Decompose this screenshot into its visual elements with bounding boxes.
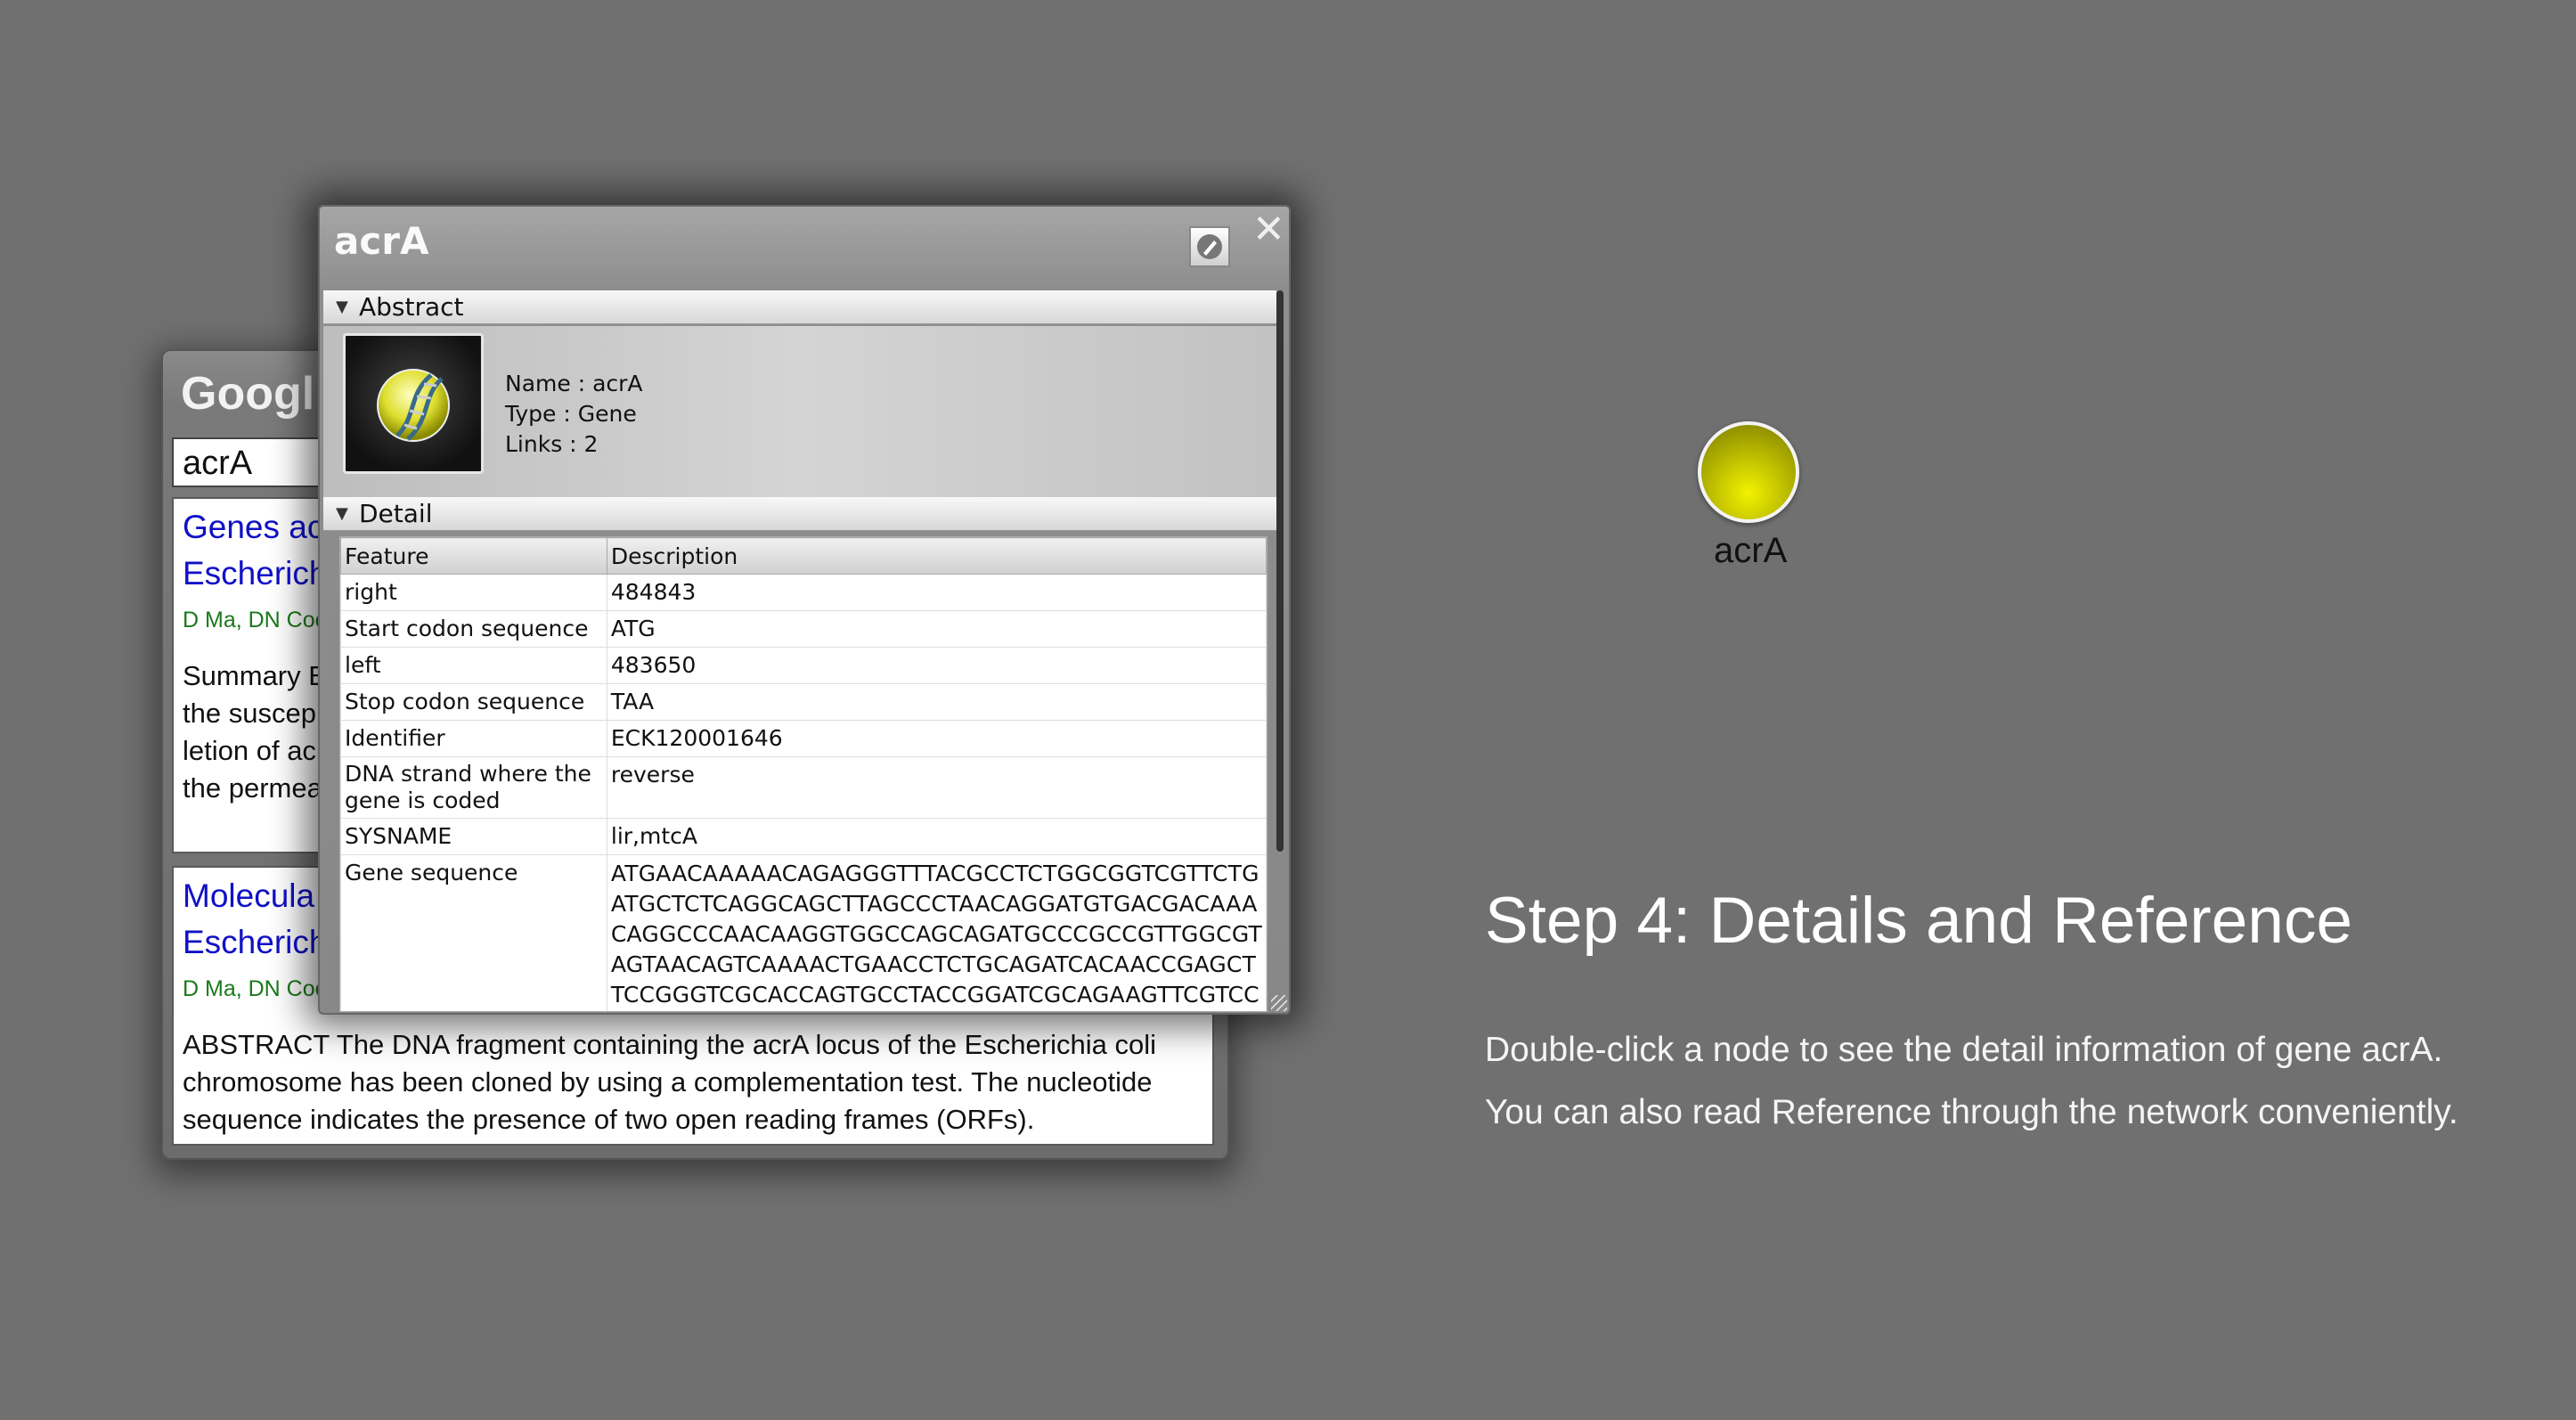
feature-cell: Start codon sequence — [340, 610, 607, 648]
table-row[interactable]: Start codon sequence ATG — [340, 610, 1267, 648]
description-cell: 484843 — [606, 574, 1267, 611]
close-button[interactable]: ✕ — [1252, 207, 1285, 252]
gene-sequence-cell: ATGAACAAAAACAGAGGGTTTACGCCTCTGGCGGTCGTTC… — [606, 854, 1267, 1011]
collapse-triangle-icon: ▼ — [336, 298, 348, 316]
result-authors: D Ma, DN Coo — [183, 976, 328, 1001]
column-header-description[interactable]: Description — [606, 537, 1267, 575]
description-cell: 483650 — [606, 647, 1267, 684]
result-snippet-line: sequence indicates the presence of two o… — [183, 1104, 1035, 1135]
scholar-logo: Googl — [181, 368, 315, 420]
description-cell: reverse — [606, 756, 1267, 819]
abstract-section-header[interactable]: ▼ Abstract — [323, 290, 1276, 324]
feature-cell: Stop codon sequence — [340, 683, 607, 721]
result-authors: D Ma, DN Coo — [183, 608, 328, 632]
abstract-body: Name : acrA Type : Gene Links : 2 — [323, 326, 1276, 501]
description-cell: ATG — [606, 610, 1267, 648]
description-cell: TAA — [606, 683, 1267, 721]
network-node[interactable] — [1698, 421, 1799, 523]
collapse-triangle-icon: ▼ — [336, 504, 348, 523]
result-snippet-line: the permea — [183, 772, 322, 804]
description-cell: lir,mtcA — [606, 818, 1267, 855]
step-description: Double-click a node to see the detail in… — [1485, 1031, 2458, 1131]
column-header-feature[interactable]: Feature — [340, 537, 607, 575]
pencil-icon — [1197, 234, 1222, 259]
result-snippet-line: the suscep — [183, 698, 316, 729]
feature-cell: right — [340, 574, 607, 611]
window-title: acrA — [334, 219, 429, 263]
detail-table: Feature Description right 484843 Start c… — [339, 536, 1268, 1012]
gene-name: Name : acrA — [505, 371, 643, 396]
result-snippet-line: ABSTRACT The DNA fragment containing the… — [183, 1029, 1156, 1060]
feature-cell: SYSNAME — [340, 818, 607, 855]
result-title-link[interactable]: Escherich — [183, 551, 327, 597]
result-snippet-line: Summary E — [183, 660, 327, 691]
gene-thumbnail — [343, 333, 484, 474]
result-title-link[interactable]: Molecula — [183, 873, 314, 919]
result-snippet-line: letion of ac — [183, 735, 316, 766]
feature-cell: left — [340, 647, 607, 684]
step-title: Step 4: Details and Reference — [1485, 885, 2352, 957]
table-row[interactable]: Identifier ECK120001646 — [340, 720, 1267, 757]
detail-window: acrA ✕ ▼ Abstract Name: acrA Type: Gen… — [318, 205, 1291, 1015]
scrollbar[interactable] — [1276, 290, 1284, 852]
gene-type: Type : Gene — [505, 401, 637, 427]
detail-section-header[interactable]: ▼ Detail — [323, 497, 1276, 531]
table-row[interactable]: DNA strand where the gene is coded rever… — [340, 756, 1267, 819]
dna-icon — [377, 369, 450, 442]
result-title-link[interactable]: Escherich — [183, 919, 327, 966]
result-title-link[interactable]: Genes ac — [183, 504, 323, 551]
table-row[interactable]: SYSNAME lir,mtcA — [340, 818, 1267, 855]
abstract-header-label: Abstract — [359, 292, 464, 322]
feature-cell: Identifier — [340, 720, 607, 757]
feature-cell: DNA strand where the gene is coded — [340, 756, 607, 819]
resize-grip-icon[interactable] — [1271, 995, 1287, 1011]
table-row[interactable]: left 483650 — [340, 647, 1267, 684]
detail-header-label: Detail — [359, 499, 433, 528]
node-label: acrA — [1714, 531, 1788, 570]
edit-button[interactable] — [1189, 226, 1230, 267]
table-row[interactable]: Stop codon sequence TAA — [340, 683, 1267, 721]
description-cell: ECK120001646 — [606, 720, 1267, 757]
table-row[interactable]: Gene sequence ATGAACAAAAACAGAGGGTTTACGCC… — [340, 854, 1267, 1011]
table-row[interactable]: right 484843 — [340, 574, 1267, 611]
gene-links: Links : 2 — [505, 431, 599, 457]
result-snippet-line: chromosome has been cloned by using a co… — [183, 1066, 1153, 1098]
feature-cell: Gene sequence — [340, 854, 607, 1011]
